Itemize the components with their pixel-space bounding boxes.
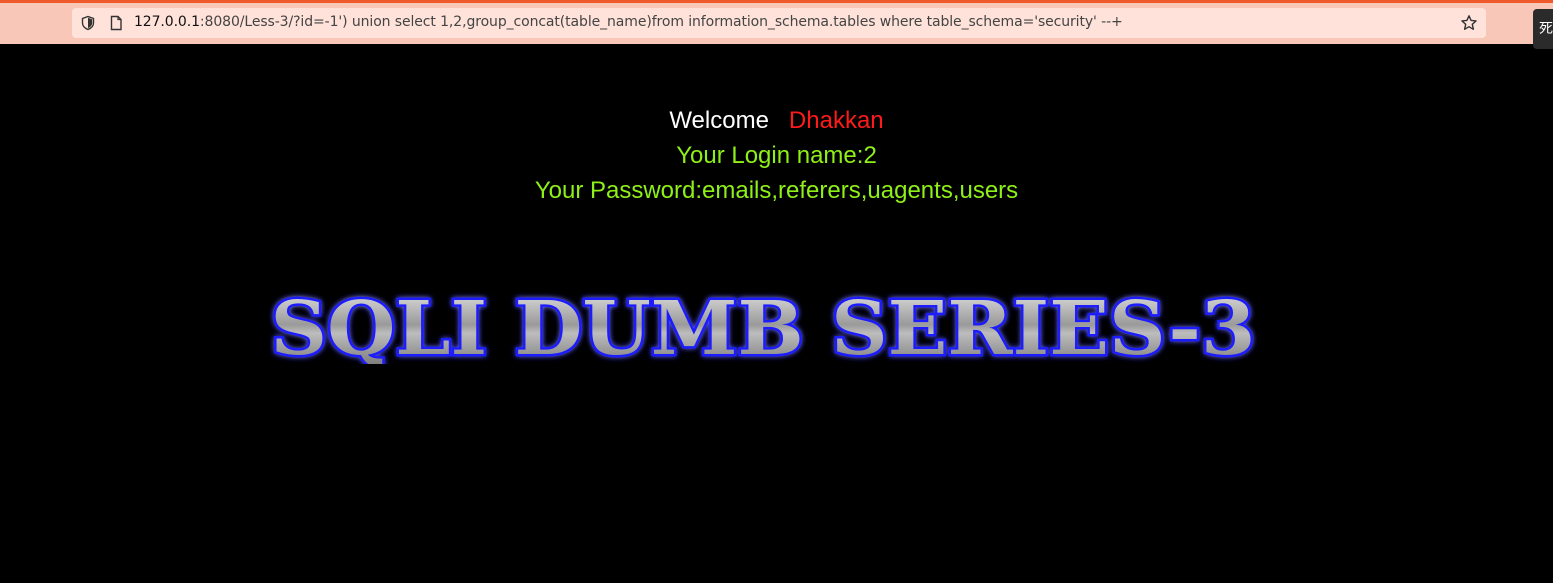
url-host: 127.0.0.1	[134, 14, 200, 30]
series-banner: SQLI DUMB SERIES-3	[263, 274, 1263, 365]
browser-toolbar: 127.0.0.1:8080/Less-3/?id=-1') union sel…	[0, 0, 1553, 49]
login-name-label: Your Login name:	[676, 142, 864, 169]
url-path: :8080/Less-3/?id=-1') union select 1,2,g…	[199, 14, 1123, 30]
page-content: Welcome Dhakkan Your Login name:2 Your Pa…	[0, 44, 1553, 583]
welcome-line: Welcome Dhakkan	[0, 106, 1553, 136]
login-name-line: Your Login name:2	[0, 141, 1553, 171]
password-label: Your Password:	[534, 177, 703, 204]
page-icon[interactable]	[108, 15, 124, 31]
password-value: emails,referers,uagents,users	[702, 177, 1019, 204]
welcome-text: Welcome	[669, 107, 769, 134]
password-line: Your Password:emails,referers,uagents,us…	[0, 176, 1553, 206]
shield-icon[interactable]	[80, 15, 96, 31]
address-bar[interactable]: 127.0.0.1:8080/Less-3/?id=-1') union sel…	[72, 8, 1486, 38]
corner-tab[interactable]: 死	[1533, 9, 1553, 49]
url-text[interactable]: 127.0.0.1:8080/Less-3/?id=-1') union sel…	[134, 14, 1123, 30]
login-name-value: 2	[863, 142, 877, 169]
banner-title: SQLI DUMB SERIES-3	[271, 286, 1256, 364]
banner-logo: SQLI DUMB SERIES-3	[268, 284, 1258, 365]
user-name: Dhakkan	[788, 107, 884, 134]
star-icon[interactable]	[1460, 14, 1478, 32]
